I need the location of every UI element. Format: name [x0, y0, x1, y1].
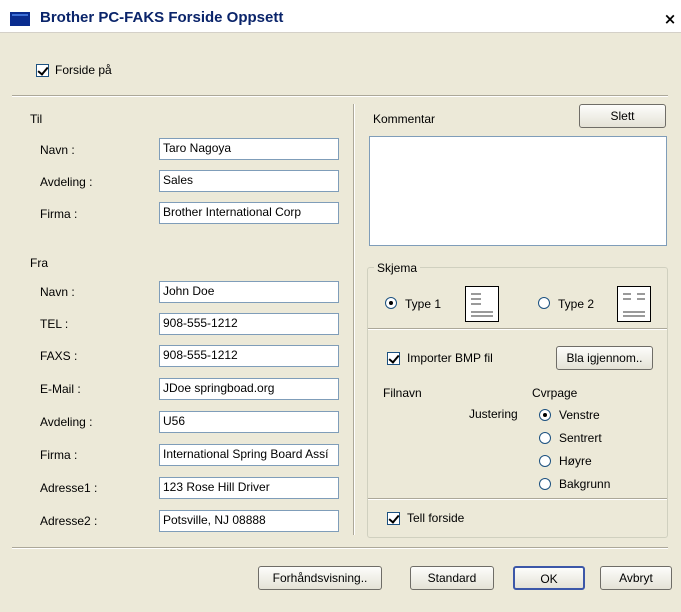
from-email-field[interactable]: JDoe springboad.org — [159, 378, 339, 400]
preview-button[interactable]: Forhåndsvisning.. — [258, 566, 382, 590]
schema-divider-2 — [368, 498, 667, 500]
to-dept-field[interactable]: Sales — [159, 170, 339, 192]
from-fax-label: FAXS : — [40, 349, 78, 363]
from-tel-label: TEL : — [40, 317, 69, 331]
schema-divider-1 — [368, 328, 667, 330]
from-fax-field[interactable]: 908-555-1212 — [159, 345, 339, 367]
window-title: Brother PC-FAKS Forside Oppsett — [40, 9, 284, 26]
cover-on-checkbox[interactable] — [36, 64, 49, 77]
import-bmp-checkbox[interactable] — [387, 352, 400, 365]
column-divider — [353, 104, 355, 535]
from-dept-label: Avdeling : — [40, 415, 93, 429]
to-company-field[interactable]: Brother International Corp — [159, 202, 339, 224]
cancel-button[interactable]: Avbryt — [600, 566, 672, 590]
count-cover-label: Tell forside — [407, 511, 465, 525]
type2-preview-icon — [617, 286, 651, 322]
align-right-label: Høyre — [559, 454, 592, 468]
cover-on-label: Forside på — [55, 63, 112, 77]
filename-label: Filnavn — [383, 386, 422, 400]
from-name-field[interactable]: John Doe — [159, 281, 339, 303]
type1-preview-icon — [465, 286, 499, 322]
top-divider — [12, 95, 668, 97]
to-dept-label: Avdeling : — [40, 175, 93, 189]
from-heading: Fra — [30, 256, 48, 270]
align-left-radio[interactable] — [539, 409, 551, 421]
align-right-radio[interactable] — [539, 455, 551, 467]
from-tel-field[interactable]: 908-555-1212 — [159, 313, 339, 335]
from-email-label: E-Mail : — [40, 382, 81, 396]
align-center-label: Sentrert — [559, 431, 602, 445]
align-center-radio[interactable] — [539, 432, 551, 444]
count-cover-checkbox[interactable] — [387, 512, 400, 525]
filename-value: Cvrpage — [532, 386, 578, 400]
bottom-divider — [12, 547, 668, 549]
from-dept-field[interactable]: U56 — [159, 411, 339, 433]
close-button[interactable]: × — [660, 10, 680, 28]
browse-button[interactable]: Bla igjennom.. — [556, 346, 653, 370]
from-name-label: Navn : — [40, 285, 75, 299]
align-background-radio[interactable] — [539, 478, 551, 490]
align-background-label: Bakgrunn — [559, 477, 611, 491]
window-icon — [10, 12, 30, 26]
comment-label: Kommentar — [373, 112, 436, 126]
to-company-label: Firma : — [40, 207, 78, 221]
comment-textarea[interactable] — [369, 136, 667, 246]
clear-comment-button[interactable]: Slett — [579, 104, 666, 128]
ok-button[interactable]: OK — [513, 566, 585, 590]
to-name-label: Navn : — [40, 143, 75, 157]
to-name-field[interactable]: Taro Nagoya — [159, 138, 339, 160]
cover-page-setup-dialog: Brother PC-FAKS Forside Oppsett × Forsid… — [0, 0, 681, 612]
to-heading: Til — [30, 112, 43, 126]
type2-radio[interactable] — [538, 297, 550, 309]
from-company-field[interactable]: International Spring Board Assí — [159, 444, 339, 466]
alignment-label: Justering — [469, 407, 518, 421]
import-bmp-label: Importer BMP fil — [407, 351, 493, 365]
align-left-label: Venstre — [559, 408, 600, 422]
type2-label: Type 2 — [558, 297, 595, 311]
from-address1-label: Adresse1 : — [40, 481, 98, 495]
type1-label: Type 1 — [405, 297, 442, 311]
default-button[interactable]: Standard — [410, 566, 494, 590]
from-address2-field[interactable]: Potsville, NJ 08888 — [159, 510, 339, 532]
schema-heading: Skjema — [374, 261, 421, 275]
type1-radio[interactable] — [385, 297, 397, 309]
from-address1-field[interactable]: 123 Rose Hill Driver — [159, 477, 339, 499]
from-company-label: Firma : — [40, 448, 78, 462]
from-address2-label: Adresse2 : — [40, 514, 98, 528]
title-bar: Brother PC-FAKS Forside Oppsett × — [0, 0, 681, 33]
